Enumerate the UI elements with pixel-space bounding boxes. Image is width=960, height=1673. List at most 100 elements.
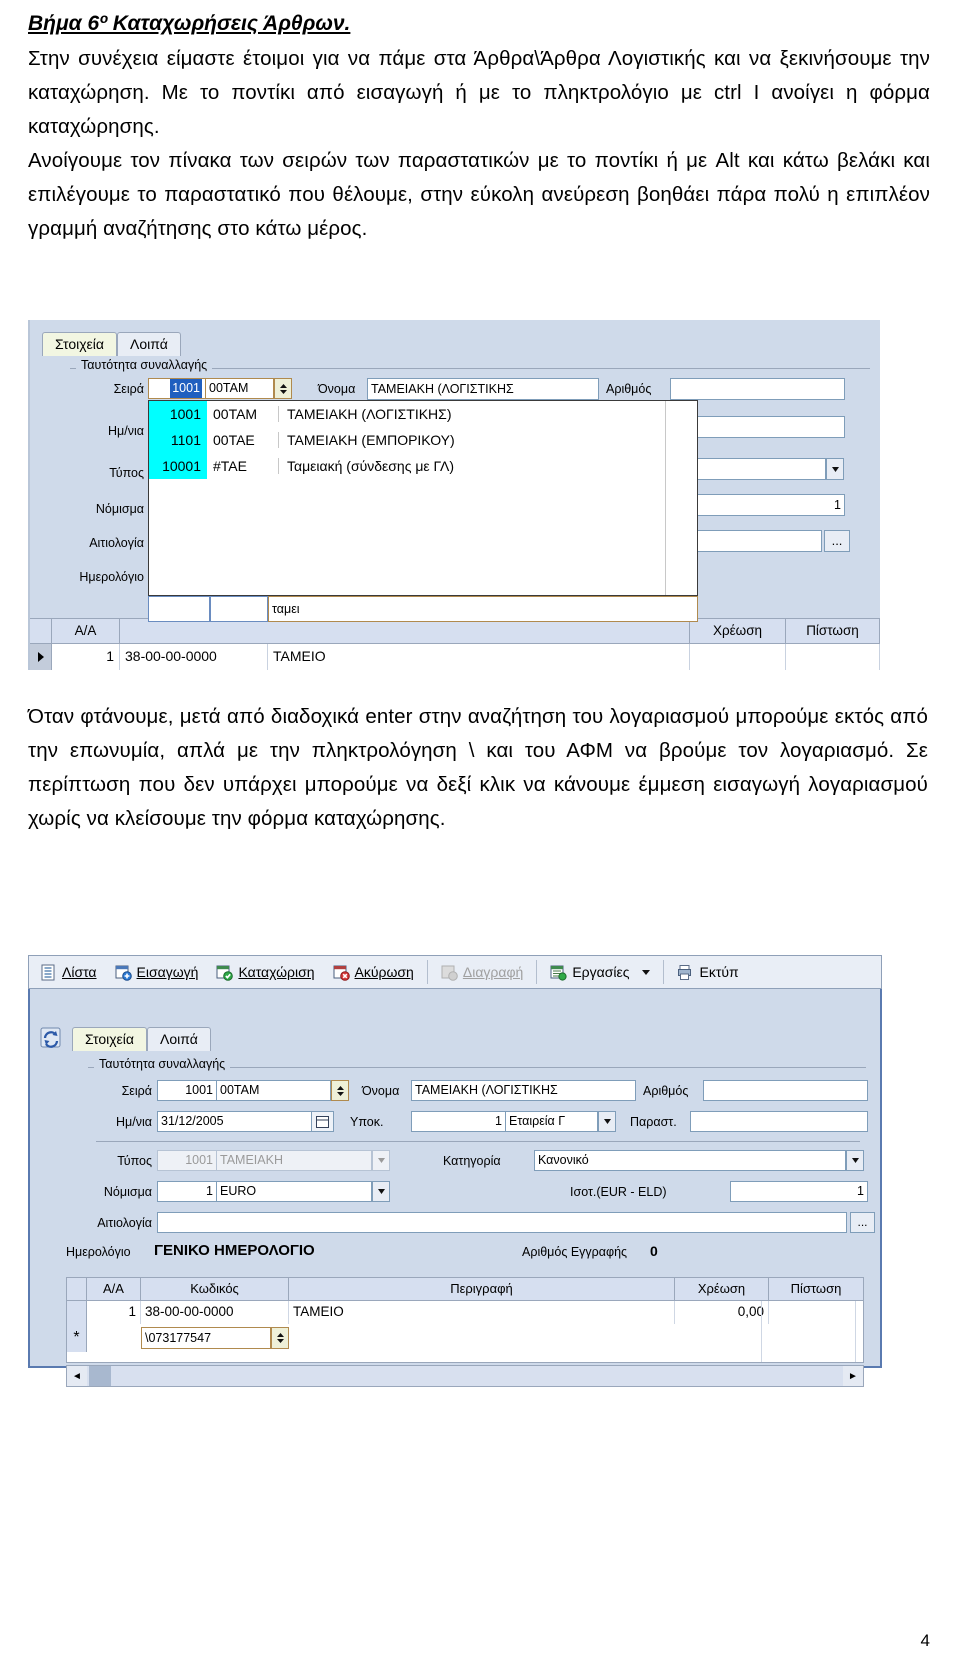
chevron-down-icon [831, 466, 839, 472]
onoma-input[interactable]: ΤΑΜΕΙΑΚΗ (ΛΟΓΙΣΤΙΚΗΣ [411, 1080, 636, 1101]
grid-col-aa: Α/Α [52, 618, 120, 644]
grid-col-kodikos: Κωδικός [141, 1278, 289, 1300]
imnia-input[interactable]: 31/12/2005 [157, 1111, 312, 1132]
grid-horizontal-scrollbar[interactable]: ◄ ► [66, 1365, 864, 1387]
arithmos-eggrafis-value: 0 [650, 1243, 658, 1259]
page-number: 4 [920, 1631, 930, 1650]
typos-code-input: 1001 [157, 1150, 217, 1171]
group-box-title: Ταυτότητα συναλλαγής [94, 1057, 231, 1071]
dropdown-scroll-gutter[interactable] [665, 401, 697, 595]
page-title: Βήμα 6º Καταχωρήσεις Άρθρων. [28, 12, 351, 35]
scroll-left-button[interactable]: ◄ [67, 1366, 87, 1386]
toolbar-button-akyrosi[interactable]: Ακύρωση [324, 958, 423, 986]
ypok-code-input[interactable]: 1 [411, 1111, 506, 1132]
label-isotimia: Ισοτ.(EUR - ELD) [570, 1185, 667, 1199]
onoma-input[interactable]: ΤΑΜΕΙΑΚΗ (ΛΟΓΙΣΤΙΚΗΣ [367, 378, 599, 400]
label-arithmos: Αριθμός [606, 382, 652, 396]
toolbar-label: Καταχώριση [238, 964, 315, 980]
form-panel: Στοιχεία Λοιπά Ταυτότητα συναλλαγής Σειρά… [28, 989, 882, 1387]
label-arithmos: Αριθμός [643, 1084, 689, 1098]
afm-spinner-button[interactable] [271, 1327, 289, 1349]
aitiologia-input[interactable] [157, 1212, 847, 1233]
katigoria-dropdown-button[interactable] [826, 458, 844, 480]
tab-loipa[interactable]: Λοιπά [147, 1027, 211, 1051]
cell-pistosi [769, 1301, 863, 1324]
toolbar-button-ektypwsi[interactable]: Εκτύπ [668, 958, 747, 986]
search-abbr-input[interactable] [210, 596, 268, 622]
cell-perigrafi: ΤΑΜΕΙΟ [268, 644, 690, 670]
dropdown-item[interactable]: 1101 00TAE ΤΑΜΕΙΑΚΗ (ΕΜΠΟΡΙΚΟΥ) [149, 427, 697, 453]
cell-kodikos: 38-00-00-0000 [120, 644, 268, 670]
tab-stoicheia[interactable]: Στοιχεία [72, 1027, 148, 1051]
arithmos-input[interactable] [670, 378, 845, 400]
up-down-arrows-icon [276, 1333, 284, 1343]
grid-col-perigrafi: Περιγραφή [289, 1278, 675, 1300]
label-parast: Παραστ. [630, 1115, 677, 1129]
toolbar-button-eisagogi[interactable]: Εισαγωγή [106, 958, 208, 986]
paragraph-1: Στην συνέχεια είμαστε έτοιμοι για να πάμ… [28, 47, 930, 138]
chevron-down-icon[interactable] [642, 969, 651, 975]
seira-dropdown-list[interactable]: 1001 00TAM ΤΑΜΕΙΑΚΗ (ΛΟΓΙΣΤΙΚΗΣ) 1101 00… [148, 400, 698, 596]
seira-code-input[interactable]: 1001 [148, 378, 206, 399]
toolbar-button-kataxorisi[interactable]: Καταχώριση [207, 958, 323, 986]
katigoria-dropdown-button[interactable] [846, 1150, 864, 1171]
grid-col-xreosi: Χρέωση [675, 1278, 769, 1300]
grid-data-row[interactable]: 1 38-00-00-0000 ΤΑΜΕΙΟ [30, 644, 880, 670]
paragraph-3-wrap: Όταν φτάνουμε, μετά από διαδοχικά enter … [28, 700, 928, 836]
nomisma-code-input[interactable]: 1 [157, 1181, 217, 1202]
cell-aa: 1 [52, 644, 120, 670]
ypok-dropdown-button[interactable] [598, 1111, 616, 1132]
toolbar-button-diagrafi[interactable]: Διαγραφή [432, 958, 532, 986]
label-onoma: Όνομα [362, 1084, 400, 1098]
grid-col-xreosi: Χρέωση [690, 618, 786, 644]
label-ypok: Υποκ. [350, 1115, 384, 1129]
arithmos-input[interactable] [703, 1080, 868, 1101]
seira-code-input[interactable]: 1001 [157, 1080, 217, 1101]
print-icon [677, 964, 694, 981]
label-imerologio: Ημερολόγιο [66, 1245, 131, 1259]
label-seira: Σειρά [113, 382, 144, 396]
parast-input[interactable] [690, 1111, 868, 1132]
tab-loipa[interactable]: Λοιπά [117, 332, 181, 356]
seira-spinner-button[interactable] [331, 1080, 349, 1101]
cell-perigrafi: ΤΑΜΕΙΟ [289, 1301, 675, 1324]
cell-xreosi: 0,00 [675, 1301, 769, 1324]
katigoria-input[interactable]: Κανονικό [534, 1150, 846, 1171]
refresh-icon[interactable] [40, 1027, 62, 1049]
dropdown-item[interactable]: 10001 #TAE Ταμειακή (σύνδεσης με ΓΛ) [149, 453, 697, 479]
toolbar-button-lista[interactable]: Λίστα [31, 958, 106, 986]
toolbar-label: Εργασίες [572, 964, 630, 980]
dropdown-item[interactable]: 1001 00TAM ΤΑΜΕΙΑΚΗ (ΛΟΓΙΣΤΙΚΗΣ) [149, 401, 697, 427]
grid-body: 1 38-00-00-0000 ΤΑΜΕΙΟ 0,00 * \073177547 [66, 1301, 864, 1363]
toolbar-button-ergasies[interactable]: Εργασίες [541, 958, 659, 986]
grid-col-aa: Α/Α [87, 1278, 141, 1300]
search-name-input[interactable]: ταμει [268, 596, 698, 622]
aitiologia-ellipsis-button[interactable]: ... [850, 1212, 875, 1233]
afm-input[interactable]: \073177547 [141, 1327, 271, 1349]
screenshot-entry-form: Λίστα Εισαγωγή Καταχώριση Ακύρωση Διαγρα… [28, 955, 882, 1387]
label-imnia: Ημ/νια [108, 424, 144, 438]
typos-dropdown-button[interactable] [372, 1150, 390, 1171]
calendar-icon[interactable] [312, 1111, 334, 1132]
aitiologia-ellipsis-button[interactable]: ... [824, 530, 850, 552]
ypok-name-input[interactable]: Εταιρεία Γ [506, 1111, 598, 1132]
toolbar-separator [536, 960, 538, 984]
seira-spinner-button[interactable] [274, 378, 292, 399]
label-arithmos-eggrafis: Αριθμός Εγγραφής [522, 1245, 628, 1259]
document-body: Βήμα 6º Καταχωρήσεις Άρθρων. Στην συνέχε… [0, 0, 960, 246]
toolbar-separator [426, 960, 428, 984]
nomisma-dropdown-button[interactable] [372, 1181, 390, 1202]
search-code-input[interactable] [148, 596, 210, 622]
seira-abbr-input[interactable]: 00TAM [206, 378, 274, 399]
nomisma-name-input[interactable]: EURO [217, 1181, 372, 1202]
table-row[interactable]: 1 38-00-00-0000 ΤΑΜΕΙΟ 0,00 [67, 1301, 863, 1324]
toolbar: Λίστα Εισαγωγή Καταχώριση Ακύρωση Διαγρα… [28, 955, 882, 989]
label-onoma: Όνομα [318, 382, 356, 396]
afm-inline-editor[interactable]: \073177547 [141, 1327, 289, 1349]
seira-abbr-input[interactable]: 00TAM [217, 1080, 331, 1101]
label-nomisma: Νόμισμα [103, 1185, 152, 1199]
tab-stoicheia[interactable]: Στοιχεία [42, 332, 118, 356]
isotimia-input[interactable]: 1 [730, 1181, 868, 1202]
scroll-thumb[interactable] [89, 1366, 111, 1386]
scroll-right-button[interactable]: ► [843, 1366, 863, 1386]
